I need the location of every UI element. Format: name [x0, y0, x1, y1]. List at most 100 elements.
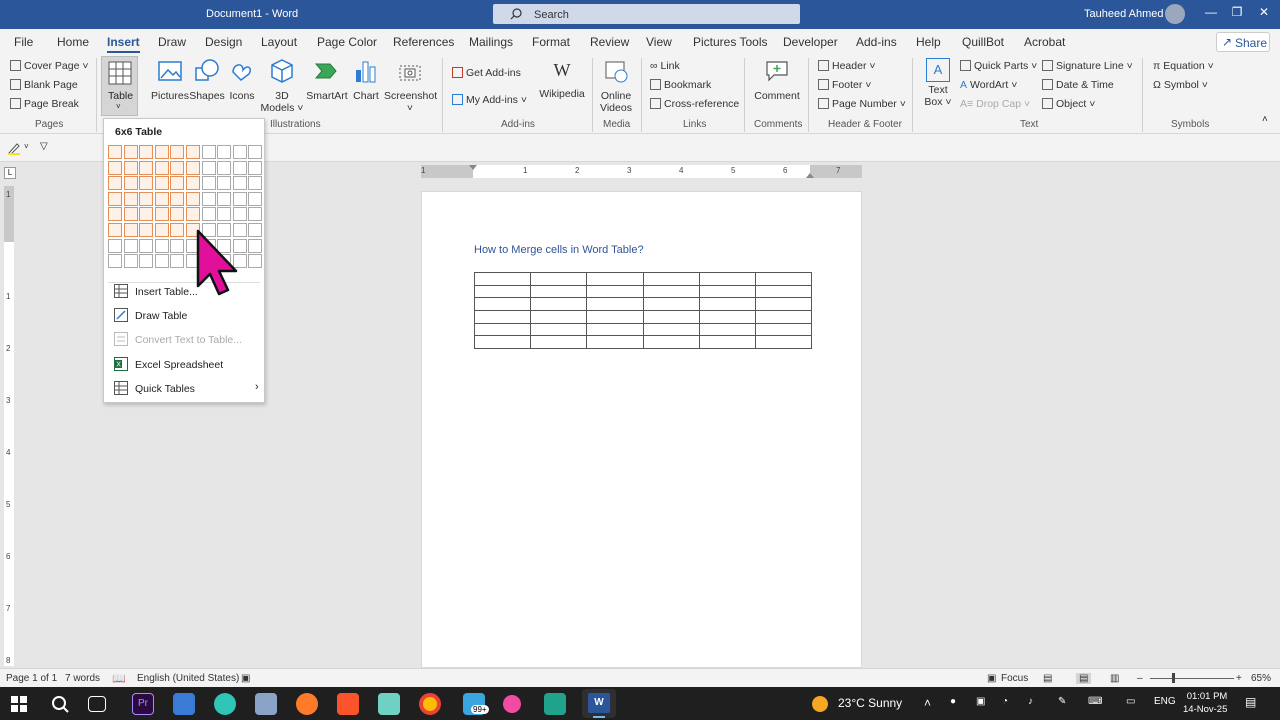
- wifi-icon[interactable]: ◔: [1002, 696, 1008, 707]
- document-page[interactable]: How to Merge cells in Word Table?: [421, 191, 862, 668]
- table-cell[interactable]: [473, 297, 532, 312]
- table-grid-cell[interactable]: [108, 223, 122, 237]
- convert-text-to-table-menu-item[interactable]: Convert Text to Table...: [112, 330, 262, 350]
- table-grid-cell[interactable]: [170, 223, 185, 237]
- proofing-icon[interactable]: 📖: [112, 672, 126, 685]
- table-grid-cell[interactable]: [108, 238, 122, 253]
- get-add-ins-button[interactable]: Get Add-ins: [452, 67, 521, 79]
- pictures-button[interactable]: Pictures: [151, 58, 189, 102]
- display-icon[interactable]: ▭: [1126, 696, 1135, 707]
- tab-review[interactable]: Review: [590, 35, 629, 49]
- wordart-button[interactable]: A WordArt ˅: [960, 79, 1017, 91]
- table-grid-cell[interactable]: [232, 160, 247, 175]
- table-grid-cell[interactable]: [186, 176, 200, 191]
- table-grid-cell[interactable]: [139, 191, 154, 206]
- tab-home[interactable]: Home: [57, 35, 89, 49]
- table-grid-cell[interactable]: [154, 238, 169, 253]
- table-grid-cell[interactable]: [123, 145, 138, 159]
- table-cell[interactable]: [754, 310, 813, 324]
- tab-format[interactable]: Format: [532, 35, 570, 49]
- keyboard-icon[interactable]: ⌨: [1088, 696, 1102, 707]
- table-grid-cell[interactable]: [217, 191, 232, 206]
- table-cell[interactable]: [754, 335, 813, 350]
- table-cell[interactable]: [754, 272, 813, 286]
- table-grid-cell[interactable]: [139, 254, 154, 269]
- language[interactable]: English (United States): [137, 673, 239, 684]
- date-time-button[interactable]: Date & Time: [1042, 79, 1114, 91]
- collapse-ribbon-icon[interactable]: ˄: [1262, 114, 1268, 125]
- table-grid-cell[interactable]: [186, 207, 200, 222]
- table-cell[interactable]: [754, 322, 813, 337]
- table-cell[interactable]: [586, 272, 644, 286]
- smartart-button[interactable]: SmartArt: [306, 58, 348, 102]
- bookmark-button[interactable]: Bookmark: [650, 79, 711, 91]
- quick-tables-menu-item[interactable]: Quick Tables ›: [112, 379, 262, 399]
- table-grid-cell[interactable]: [201, 207, 216, 222]
- table-grid-cell[interactable]: [154, 176, 169, 191]
- table-grid-cell[interactable]: [139, 160, 154, 175]
- weather[interactable]: 23°C Sunny: [838, 696, 902, 710]
- table-cell[interactable]: [754, 284, 813, 299]
- table-grid-cell[interactable]: [123, 238, 138, 253]
- word-taskbar-button[interactable]: W: [582, 689, 616, 718]
- table-grid-cell[interactable]: [248, 145, 263, 159]
- table-grid-cell[interactable]: [108, 207, 122, 222]
- chevron-up-icon[interactable]: ˄: [924, 696, 931, 710]
- notifications-icon[interactable]: ▤: [1245, 695, 1256, 709]
- document-heading[interactable]: How to Merge cells in Word Table?: [474, 244, 644, 256]
- table-grid-cell[interactable]: [123, 223, 138, 237]
- online-videos-button[interactable]: Online Videos: [597, 58, 635, 114]
- highlighter-icon[interactable]: [7, 141, 21, 155]
- table-grid-cell[interactable]: [217, 207, 232, 222]
- table-cell[interactable]: [586, 322, 644, 337]
- restore-icon[interactable]: ❐: [1229, 5, 1245, 21]
- chevron-down-icon[interactable]: ˅: [24, 142, 29, 151]
- table-grid-cell[interactable]: [248, 160, 263, 175]
- table-button[interactable]: Table ˅: [101, 56, 138, 116]
- symbol-button[interactable]: Ω Symbol ˅: [1153, 79, 1208, 91]
- table-cell[interactable]: [698, 297, 756, 312]
- clock[interactable]: 01:01 PM 14-Nov-25: [1183, 690, 1227, 716]
- table-grid-cell[interactable]: [123, 176, 138, 191]
- zoom-level[interactable]: 65%: [1251, 673, 1271, 684]
- table-grid-cell[interactable]: [201, 160, 216, 175]
- table-grid-cell[interactable]: [108, 254, 122, 269]
- table-grid-cell[interactable]: [170, 160, 185, 175]
- table-grid-cell[interactable]: [232, 191, 247, 206]
- table-grid-cell[interactable]: [123, 160, 138, 175]
- table-cell[interactable]: [642, 284, 700, 299]
- microphone-icon[interactable]: ●: [950, 696, 956, 707]
- tab-pictures-tools[interactable]: Pictures Tools: [693, 35, 767, 49]
- table-grid-cell[interactable]: [154, 223, 169, 237]
- file-explorer-icon[interactable]: [173, 693, 195, 715]
- table-grid-cell[interactable]: [201, 176, 216, 191]
- user-name[interactable]: Tauheed Ahmed: [1084, 8, 1164, 20]
- table-grid-cell[interactable]: [186, 145, 200, 159]
- table-cell[interactable]: [530, 272, 588, 286]
- tab-mailings[interactable]: Mailings: [469, 35, 513, 49]
- table-cell[interactable]: [642, 297, 700, 312]
- shapes-button[interactable]: Shapes: [189, 58, 225, 102]
- table-cell[interactable]: [473, 310, 532, 324]
- focus-button[interactable]: Focus: [1001, 673, 1028, 684]
- mail-icon[interactable]: 99+: [463, 693, 489, 715]
- table-grid-cell[interactable]: [154, 191, 169, 206]
- edge-icon[interactable]: [214, 693, 236, 715]
- table-cell[interactable]: [698, 310, 756, 324]
- tab-stop-icon[interactable]: L: [4, 167, 16, 179]
- table-cell[interactable]: [698, 284, 756, 299]
- table-cell[interactable]: [530, 335, 588, 350]
- my-add-ins-button[interactable]: My Add-ins ˅: [452, 94, 527, 106]
- minimize-icon[interactable]: —: [1203, 5, 1219, 21]
- volume-icon[interactable]: ♪: [1028, 696, 1033, 707]
- brave-icon[interactable]: [337, 693, 359, 715]
- cover-page-button[interactable]: Cover Page ˅: [10, 60, 89, 72]
- quick-parts-button[interactable]: Quick Parts ˅: [960, 60, 1037, 72]
- table-grid-cell[interactable]: [108, 160, 122, 175]
- table-grid-cell[interactable]: [170, 145, 185, 159]
- table-grid-cell[interactable]: [248, 254, 263, 269]
- table-grid-cell[interactable]: [108, 191, 122, 206]
- tab-acrobat[interactable]: Acrobat: [1024, 35, 1065, 49]
- table-cell[interactable]: [754, 297, 813, 312]
- table-cell[interactable]: [642, 335, 700, 350]
